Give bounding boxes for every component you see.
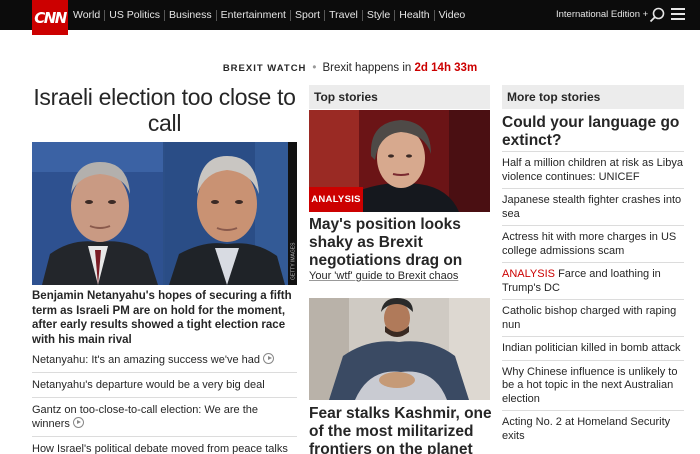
play-video-icon	[72, 417, 84, 428]
list-item[interactable]: Acting No. 2 at Homeland Security exits	[502, 410, 684, 447]
nav-item-business[interactable]: Business	[165, 9, 216, 21]
brexit-watch-banner[interactable]: BREXIT WATCH • Brexit happens in 2d 14h 33…	[0, 62, 700, 74]
may-story-headline[interactable]: May's position looks shaky as Brexit neg…	[309, 216, 494, 270]
list-item[interactable]: Japanese stealth fighter crashes into se…	[502, 188, 684, 225]
top-nav-bar: World US Politics Business Entertainment…	[0, 0, 700, 30]
nav-item-sport[interactable]: Sport	[291, 9, 324, 21]
image-credit-strip: GETTY IMAGES	[288, 142, 297, 285]
nav-item-style[interactable]: Style	[363, 9, 394, 21]
play-video-icon	[263, 353, 274, 364]
nav-item-travel[interactable]: Travel	[325, 9, 362, 21]
list-item[interactable]: Why Chinese influence is unlikely to be …	[502, 359, 684, 411]
netanyahu-photo	[32, 142, 163, 285]
list-item-text: Acting No. 2 at Homeland Security exits	[502, 416, 671, 442]
brexit-watch-tag: BREXIT WATCH	[222, 63, 307, 74]
list-item[interactable]: Catholic bishop charged with raping nun	[502, 299, 684, 336]
edition-selector[interactable]: International Edition +	[556, 0, 648, 30]
list-item[interactable]: Gantz on too-close-to-call election: We …	[32, 398, 297, 437]
list-item-text: Netanyahu's departure would be a very bi…	[32, 379, 265, 391]
list-item[interactable]: Netanyahu's departure would be a very bi…	[32, 373, 297, 398]
list-item-text: Catholic bishop charged with raping nun	[502, 305, 677, 331]
list-item[interactable]: Netanyahu: It's an amazing success we've…	[32, 348, 297, 373]
top-stories-title: Top stories	[309, 85, 490, 109]
search-icon[interactable]	[649, 7, 665, 23]
kashmir-photo[interactable]	[309, 298, 490, 400]
cnn-logo[interactable]: CNN	[32, 0, 68, 35]
language-story-headline[interactable]: Could your language go extinct?	[502, 114, 684, 150]
brexit-text: Brexit happens in	[322, 62, 412, 74]
list-item-text: Netanyahu: It's an amazing success we've…	[32, 354, 260, 366]
list-item-text: Indian politician killed in bomb attack	[502, 342, 681, 354]
list-item[interactable]: Actress hit with more charges in US coll…	[502, 225, 684, 262]
hero-image[interactable]: GETTY IMAGES	[32, 142, 297, 285]
list-item-text: Actress hit with more charges in US coll…	[502, 231, 677, 257]
nav-item-world[interactable]: World	[73, 9, 104, 21]
brexit-countdown: 2d 14h 33m	[414, 62, 478, 74]
more-top-stories-title: More top stories	[502, 85, 684, 109]
list-item-text: Japanese stealth fighter crashes into se…	[502, 194, 682, 220]
main-nav: World US Politics Business Entertainment…	[73, 0, 469, 30]
list-item[interactable]: Half a million children at risk as Libya…	[502, 151, 684, 188]
nav-item-video[interactable]: Video	[435, 9, 470, 21]
nav-item-us-politics[interactable]: US Politics	[105, 9, 164, 21]
hamburger-menu-icon[interactable]	[671, 8, 685, 20]
kashmir-story-headline[interactable]: Fear stalks Kashmir, one of the most mil…	[309, 405, 494, 454]
list-item-text: Half a million children at risk as Libya…	[502, 157, 683, 183]
separator-dot: •	[312, 62, 317, 74]
analysis-label: ANALYSIS	[502, 268, 555, 280]
related-links-list: Netanyahu: It's an amazing success we've…	[32, 348, 297, 454]
list-item-text: Gantz on too-close-to-call election: We …	[32, 404, 259, 430]
main-headline[interactable]: Israeli election too close to call	[32, 84, 297, 136]
list-item-text: Why Chinese influence is unlikely to be …	[502, 365, 678, 405]
brexit-guide-link[interactable]: Your 'wtf' guide to Brexit chaos	[309, 270, 458, 282]
gantz-photo	[165, 142, 296, 285]
more-stories-list: Half a million children at risk as Libya…	[502, 151, 684, 447]
list-item-text: How Israel's political debate moved from…	[32, 443, 288, 454]
lead-story-summary[interactable]: Benjamin Netanyahu's hopes of securing a…	[32, 289, 297, 347]
analysis-badge: ANALYSIS	[309, 187, 363, 212]
list-item[interactable]: Indian politician killed in bomb attack	[502, 336, 684, 360]
list-item[interactable]: ANALYSIS Farce and loathing in Trump's D…	[502, 262, 684, 299]
nav-item-health[interactable]: Health	[395, 9, 433, 21]
list-item[interactable]: How Israel's political debate moved from…	[32, 437, 297, 454]
nav-item-entertainment[interactable]: Entertainment	[217, 9, 290, 21]
image-credit-text: GETTY IMAGES	[291, 242, 297, 280]
